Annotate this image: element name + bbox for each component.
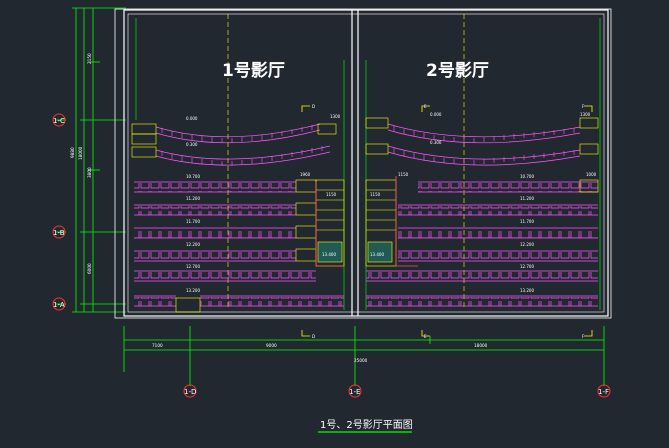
svg-text:3800: 3800 [87, 167, 92, 178]
hall2-seat-blocks [366, 183, 598, 306]
axis-label-1f: 1-F [598, 388, 609, 396]
svg-text:6000: 6000 [87, 263, 92, 274]
hall1-seat-blocks [134, 183, 344, 306]
axis-markers-bottom: 1-D 1-E 1-F [183, 384, 611, 398]
axis-label-1d: 1-D [184, 388, 196, 396]
svg-text:0.000: 0.000 [186, 116, 198, 121]
svg-text:1300: 1300 [580, 112, 591, 117]
axis-label-1e: 1-E [349, 388, 360, 396]
building-walls [114, 8, 612, 319]
svg-text:1150: 1150 [370, 192, 381, 197]
svg-text:E: E [424, 104, 427, 109]
axis-label-1a: 1-A [53, 301, 65, 309]
svg-text:7100: 7100 [152, 343, 163, 348]
svg-text:0.000: 0.000 [430, 112, 442, 117]
dimension-texts-left: 2150 18000 3800 6000 9880 [70, 53, 92, 274]
svg-text:0.300: 0.300 [186, 142, 198, 147]
svg-text:25000: 25000 [354, 358, 368, 363]
svg-text:11.200: 11.200 [520, 196, 534, 201]
svg-text:11.200: 11.200 [186, 196, 200, 201]
svg-text:1960: 1960 [300, 172, 311, 177]
svg-text:9880: 9880 [70, 147, 75, 158]
hall2-label: 2号影厅 [426, 61, 489, 81]
svg-text:1150: 1150 [398, 172, 409, 177]
svg-text:10.700: 10.700 [186, 174, 200, 179]
svg-text:D: D [312, 334, 315, 339]
drawing-title: 1号、2号影厅平面图 [320, 419, 413, 431]
svg-text:10.700: 10.700 [520, 174, 534, 179]
axis-label-1b: 1-B [53, 229, 65, 237]
svg-text:13.200: 13.200 [520, 288, 534, 293]
svg-text:1000: 1000 [586, 172, 597, 177]
svg-text:9000: 9000 [266, 343, 277, 348]
svg-text:13.400: 13.400 [322, 252, 336, 257]
dimension-texts-bottom: 7100 9000 18000 25000 [152, 343, 488, 363]
hall-centre-lines [227, 14, 465, 310]
svg-text:11.700: 11.700 [520, 219, 534, 224]
svg-text:0.300: 0.300 [430, 140, 442, 145]
svg-text:13.200: 13.200 [186, 288, 200, 293]
svg-text:E: E [424, 334, 427, 339]
svg-text:18000: 18000 [78, 146, 83, 160]
svg-text:F: F [582, 334, 585, 339]
svg-text:12.200: 12.200 [186, 242, 200, 247]
svg-text:11.700: 11.700 [186, 219, 200, 224]
svg-text:F: F [582, 104, 585, 109]
svg-text:13.400: 13.400 [370, 252, 384, 257]
svg-text:1150: 1150 [326, 192, 337, 197]
svg-text:12.700: 12.700 [186, 264, 200, 269]
svg-text:18000: 18000 [474, 343, 488, 348]
svg-text:D: D [312, 104, 315, 109]
cad-plan-view: 2150 18000 3800 6000 9880 7100 9000 1800… [52, 7, 612, 433]
axis-label-1c: 1-C [53, 117, 65, 125]
svg-text:12.200: 12.200 [520, 242, 534, 247]
axis-markers-left: 1-C 1-B 1-A [52, 113, 66, 311]
hall1-label: 1号影厅 [222, 61, 285, 81]
svg-text:1300: 1300 [330, 114, 341, 119]
svg-text:12.700: 12.700 [520, 264, 534, 269]
svg-text:2150: 2150 [87, 53, 92, 64]
